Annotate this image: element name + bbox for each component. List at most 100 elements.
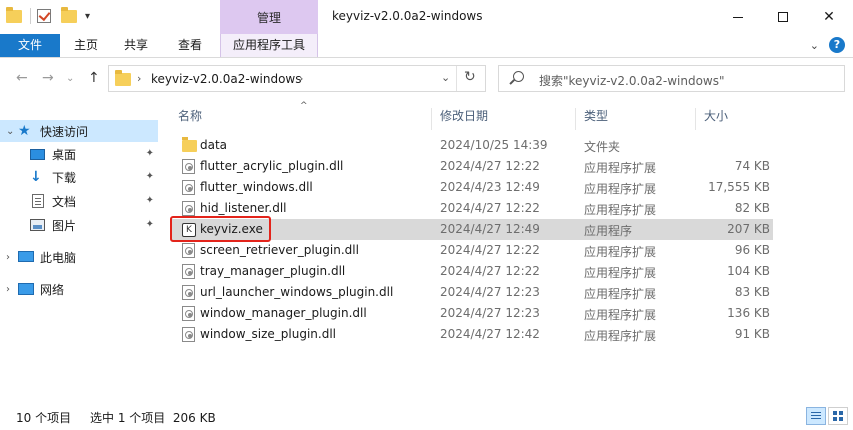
- help-icon[interactable]: ?: [829, 37, 845, 53]
- file-type: 应用程序扩展: [584, 308, 657, 322]
- file-size: 17,555 KB: [708, 180, 770, 194]
- back-button[interactable]: ←: [16, 70, 28, 86]
- window-title: keyviz-v2.0.0a2-windows: [332, 9, 483, 23]
- tab-share[interactable]: 共享: [114, 34, 158, 57]
- table-row[interactable]: window_manager_plugin.dll 2024/4/27 12:2…: [170, 303, 773, 324]
- selection-info: 选中 1 个项目 206 KB: [90, 411, 216, 425]
- navigation-pane: ⌄ ★ 快速访问 桌面 ✦ ↓ 下载 ✦ 文档 ✦ 图片 ✦ › 此电脑 › 网…: [0, 104, 160, 400]
- documents-icon: [30, 194, 46, 208]
- maximize-icon: [778, 12, 788, 22]
- dll-file-icon: [182, 306, 195, 321]
- download-icon: ↓: [30, 169, 42, 185]
- search-icon: [513, 71, 524, 82]
- sidebar-item-quick-access[interactable]: ⌄ ★ 快速访问: [0, 120, 158, 142]
- sidebar-item-documents[interactable]: 文档 ✦: [0, 190, 158, 212]
- sidebar-item-label: 桌面: [52, 147, 77, 162]
- network-icon: [18, 282, 34, 296]
- sidebar-item-network[interactable]: › 网络: [0, 278, 158, 300]
- pin-icon[interactable]: ✦: [146, 219, 154, 230]
- sidebar-item-label: 此电脑: [40, 250, 77, 265]
- sidebar-item-this-pc[interactable]: › 此电脑: [0, 246, 158, 268]
- maximize-button[interactable]: [760, 0, 806, 34]
- file-date: 2024/4/27 12:22: [440, 243, 540, 257]
- this-pc-icon: [18, 250, 34, 264]
- status-bar: 10 个项目 选中 1 个项目 206 KB: [0, 400, 853, 430]
- sidebar-item-label: 文档: [52, 194, 77, 209]
- file-date: 2024/4/27 12:23: [440, 306, 540, 320]
- search-input[interactable]: 搜索"keyviz-v2.0.0a2-windows": [498, 65, 845, 92]
- recent-locations-chevron-icon[interactable]: ⌄: [66, 73, 74, 84]
- column-header-name[interactable]: 名称: [170, 108, 432, 130]
- file-date: 2024/4/27 12:22: [440, 201, 540, 215]
- tab-view[interactable]: 查看: [168, 34, 212, 57]
- table-row[interactable]: url_launcher_windows_plugin.dll 2024/4/2…: [170, 282, 773, 303]
- address-bar[interactable]: › keyviz-v2.0.0a2-windows › ⌄ ↻: [108, 65, 486, 92]
- file-name: data: [200, 138, 228, 152]
- minimize-button[interactable]: [715, 0, 761, 34]
- breadcrumb-current-folder[interactable]: keyviz-v2.0.0a2-windows: [151, 72, 301, 86]
- expand-chevron-icon[interactable]: ›: [6, 284, 18, 295]
- close-button[interactable]: ✕: [806, 0, 852, 34]
- file-type: 应用程序扩展: [584, 266, 657, 280]
- file-type: 应用程序扩展: [584, 182, 657, 196]
- file-size: 91 KB: [734, 327, 770, 341]
- file-size: 136 KB: [727, 306, 770, 320]
- file-type: 应用程序扩展: [584, 161, 657, 175]
- table-row[interactable]: screen_retriever_plugin.dll 2024/4/27 12…: [170, 240, 773, 261]
- file-size: 96 KB: [734, 243, 770, 257]
- file-type: 应用程序扩展: [584, 203, 657, 217]
- file-date: 2024/4/27 12:42: [440, 327, 540, 341]
- file-type: 应用程序扩展: [584, 329, 657, 343]
- expand-chevron-icon[interactable]: ⌄: [6, 126, 18, 137]
- file-size: 74 KB: [734, 159, 770, 173]
- expand-ribbon-chevron-icon[interactable]: ⌄: [810, 39, 819, 52]
- column-header-date[interactable]: 修改日期: [432, 108, 576, 130]
- expand-chevron-icon[interactable]: ›: [6, 252, 18, 263]
- up-button[interactable]: ↑: [88, 70, 100, 86]
- details-view-button[interactable]: [806, 407, 826, 425]
- column-header-size[interactable]: 大小: [696, 108, 773, 130]
- sidebar-item-pictures[interactable]: 图片 ✦: [0, 214, 158, 236]
- dll-file-icon: [182, 327, 195, 342]
- details-view-icon: [811, 412, 821, 413]
- desktop-icon: [30, 147, 46, 161]
- pin-icon[interactable]: ✦: [146, 195, 154, 206]
- column-header-type[interactable]: 类型: [576, 108, 696, 130]
- file-type: 文件夹: [584, 140, 621, 154]
- tab-application-tools[interactable]: 应用程序工具: [220, 34, 318, 57]
- file-name: tray_manager_plugin.dll: [200, 264, 346, 278]
- address-dropdown-chevron-icon[interactable]: ⌄: [441, 71, 450, 84]
- customize-toolbar-chevron-icon[interactable]: ▾: [85, 11, 90, 22]
- properties-check-icon[interactable]: [37, 8, 53, 24]
- forward-button[interactable]: →: [42, 70, 54, 86]
- table-row[interactable]: flutter_acrylic_plugin.dll 2024/4/27 12:…: [170, 156, 773, 177]
- file-size: 83 KB: [734, 285, 770, 299]
- table-row[interactable]: window_size_plugin.dll 2024/4/27 12:42 应…: [170, 324, 773, 345]
- sidebar-item-label: 快速访问: [40, 124, 89, 139]
- file-type: 应用程序扩展: [584, 287, 657, 301]
- tab-home[interactable]: 主页: [64, 34, 108, 57]
- file-date: 2024/4/23 12:49: [440, 180, 540, 194]
- ribbon-tabs: 文件 主页 共享 查看 应用程序工具 ⌄ ?: [0, 34, 853, 58]
- breadcrumb-chevron-icon[interactable]: ›: [299, 72, 303, 85]
- file-date: 2024/4/27 12:22: [440, 159, 540, 173]
- table-row[interactable]: data 2024/10/25 14:39 文件夹: [170, 135, 773, 156]
- tab-file[interactable]: 文件: [0, 34, 60, 57]
- manage-label: 管理: [256, 11, 281, 25]
- sidebar-item-desktop[interactable]: 桌面 ✦: [0, 143, 158, 165]
- search-placeholder: 搜索"keyviz-v2.0.0a2-windows": [539, 74, 725, 88]
- file-name: url_launcher_windows_plugin.dll: [200, 285, 394, 299]
- file-name: window_manager_plugin.dll: [200, 306, 367, 320]
- table-row[interactable]: tray_manager_plugin.dll 2024/4/27 12:22 …: [170, 261, 773, 282]
- table-row[interactable]: flutter_windows.dll 2024/4/23 12:49 应用程序…: [170, 177, 773, 198]
- file-list: 名称 修改日期 类型 大小 data 2024/10/25 14:39 文件夹 …: [170, 100, 853, 400]
- large-icons-view-button[interactable]: [828, 407, 848, 425]
- new-folder-icon[interactable]: [61, 7, 77, 24]
- file-size: 82 KB: [734, 201, 770, 215]
- breadcrumb-chevron-icon[interactable]: ›: [137, 72, 141, 85]
- separator: [30, 8, 31, 24]
- sidebar-item-downloads[interactable]: ↓ 下载 ✦: [0, 166, 158, 188]
- pin-icon[interactable]: ✦: [146, 171, 154, 182]
- refresh-button[interactable]: ↻: [464, 69, 476, 85]
- pin-icon[interactable]: ✦: [146, 148, 154, 159]
